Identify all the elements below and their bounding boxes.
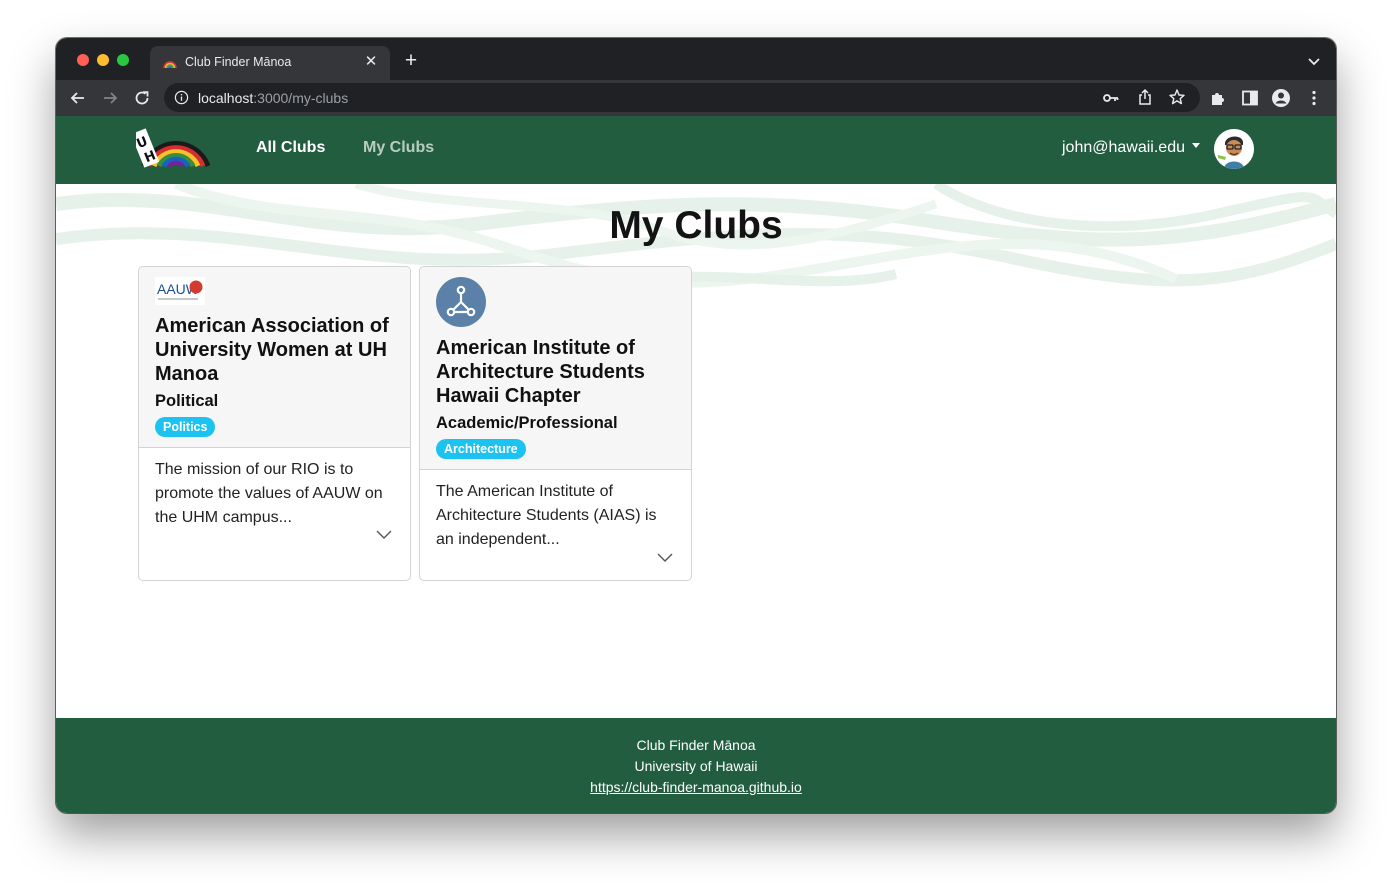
club-name: American Association of University Women… bbox=[155, 315, 389, 385]
back-arrow-icon[interactable] bbox=[68, 88, 88, 108]
minimize-window-button[interactable] bbox=[97, 54, 109, 66]
club-description: The mission of our RIO is to promote the… bbox=[155, 461, 383, 526]
page-title: My Clubs bbox=[609, 204, 783, 247]
nav-link-all-clubs[interactable]: All Clubs bbox=[256, 139, 325, 157]
side-panel-icon[interactable] bbox=[1240, 88, 1260, 108]
url-text[interactable]: localhost:3000/my-clubs bbox=[198, 90, 348, 106]
extensions-puzzle-icon[interactable] bbox=[1208, 88, 1228, 108]
club-type: Political bbox=[155, 392, 219, 410]
key-icon[interactable] bbox=[1102, 89, 1120, 107]
club-card[interactable]: American Institute of Architecture Stude… bbox=[419, 266, 692, 581]
club-tag-badge: Politics bbox=[155, 417, 216, 437]
browser-menu-kebab-icon[interactable] bbox=[1304, 88, 1324, 108]
site-navbar: U H All Clubs My Clubs john@hawaii.edu bbox=[56, 116, 1336, 184]
uh-rainbow-logo-icon[interactable]: U H bbox=[136, 126, 210, 168]
zoom-window-button[interactable] bbox=[117, 54, 129, 66]
browser-window: Club Finder Mānoa ✕ + localhost:3000/my-… bbox=[56, 38, 1336, 813]
dropdown-caret-icon bbox=[1192, 143, 1200, 149]
tab-strip: Club Finder Mānoa ✕ + bbox=[56, 38, 1336, 80]
club-name: American Institute of Architecture Stude… bbox=[436, 337, 645, 407]
club-card-header: AAUW American Association of University … bbox=[139, 267, 410, 448]
user-email: john@hawaii.edu bbox=[1062, 139, 1185, 156]
tab-title: Club Finder Mānoa bbox=[185, 55, 292, 69]
main-content: My Clubs AAUW American Association of Un… bbox=[56, 184, 1336, 718]
expand-chevron-icon[interactable] bbox=[376, 530, 392, 540]
browser-tab[interactable]: Club Finder Mānoa ✕ bbox=[150, 46, 390, 80]
expand-chevron-icon[interactable] bbox=[657, 553, 673, 563]
user-avatar[interactable] bbox=[1214, 129, 1254, 169]
forward-arrow-icon[interactable] bbox=[100, 88, 120, 108]
site-footer: Club Finder Mānoa University of Hawaii h… bbox=[56, 718, 1336, 813]
aauw-logo: AAUW bbox=[155, 277, 205, 305]
profile-icon[interactable] bbox=[1271, 88, 1291, 108]
address-bar[interactable]: localhost:3000/my-clubs bbox=[164, 83, 1200, 112]
footer-app-name: Club Finder Mānoa bbox=[636, 737, 756, 753]
club-type: Academic/Professional bbox=[436, 414, 618, 432]
rainbow-favicon-icon bbox=[163, 61, 177, 69]
club-card-header: American Institute of Architecture Stude… bbox=[420, 267, 691, 470]
club-description: The American Institute of Architecture S… bbox=[436, 483, 657, 548]
browser-toolbar: localhost:3000/my-clubs bbox=[56, 80, 1336, 116]
nav-link-my-clubs[interactable]: My Clubs bbox=[363, 139, 434, 157]
tab-search-chevron-icon[interactable] bbox=[1305, 52, 1323, 70]
footer-github-link[interactable]: https://club-finder-manoa.github.io bbox=[590, 779, 802, 795]
close-window-button[interactable] bbox=[77, 54, 89, 66]
new-tab-button[interactable]: + bbox=[402, 50, 420, 71]
share-icon[interactable] bbox=[1136, 88, 1154, 106]
bookmark-star-icon[interactable] bbox=[1168, 88, 1186, 106]
site-info-icon[interactable] bbox=[174, 90, 189, 105]
tab-close-icon[interactable]: ✕ bbox=[362, 52, 380, 72]
club-tag-badge: Architecture bbox=[436, 439, 526, 459]
reload-icon[interactable] bbox=[132, 88, 152, 108]
user-dropdown[interactable]: john@hawaii.edu bbox=[1062, 139, 1200, 157]
club-card[interactable]: AAUW American Association of University … bbox=[138, 266, 411, 581]
node-graph-icon bbox=[436, 277, 486, 327]
footer-university: University of Hawaii bbox=[634, 758, 758, 774]
